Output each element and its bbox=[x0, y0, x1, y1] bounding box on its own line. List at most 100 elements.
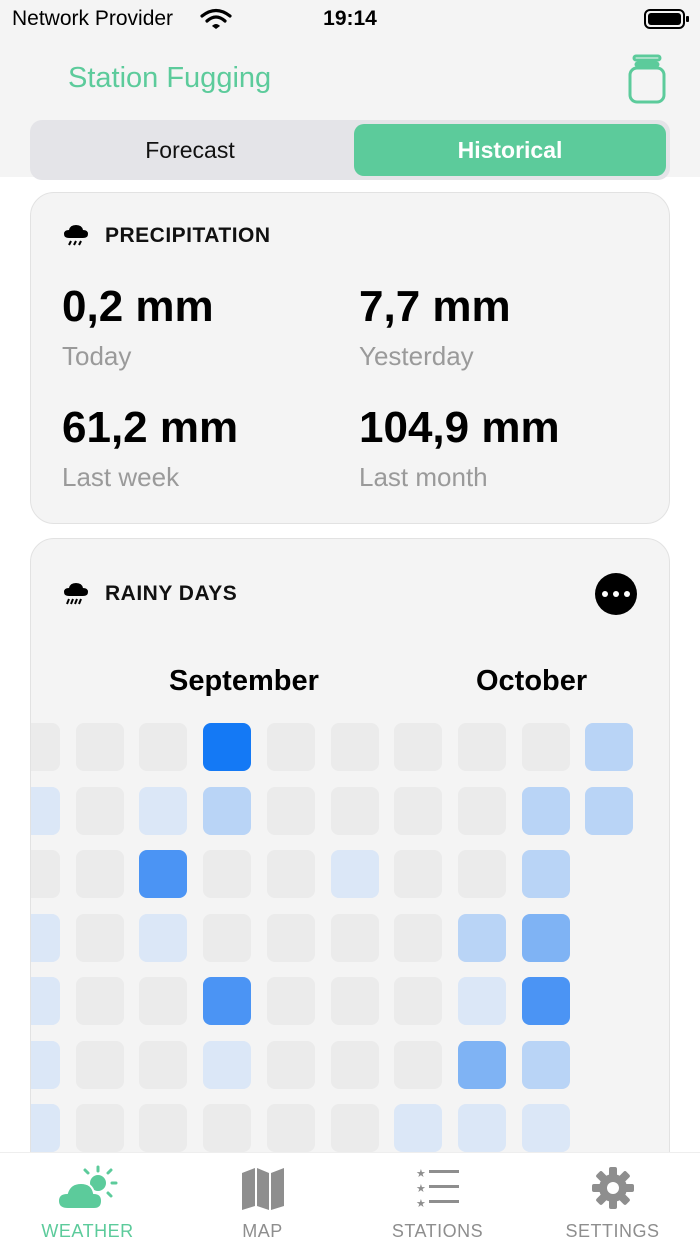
day-cell[interactable] bbox=[203, 723, 252, 771]
day-cell[interactable] bbox=[75, 1040, 124, 1089]
tab-forecast[interactable]: Forecast bbox=[34, 124, 346, 176]
day-cell[interactable] bbox=[139, 723, 188, 771]
day-cell[interactable] bbox=[75, 977, 124, 1025]
day-cell[interactable] bbox=[203, 850, 252, 898]
day-cell[interactable] bbox=[203, 913, 252, 962]
day-cell[interactable] bbox=[457, 1104, 506, 1152]
day-cell[interactable] bbox=[521, 1104, 570, 1152]
day-cell[interactable] bbox=[31, 850, 60, 898]
forecast-historical-segmented-control: Forecast Historical bbox=[30, 120, 670, 180]
day-cell[interactable] bbox=[585, 723, 634, 771]
day-cell[interactable] bbox=[330, 1040, 379, 1089]
day-cell[interactable] bbox=[139, 977, 188, 1025]
day-cell[interactable] bbox=[203, 1040, 252, 1089]
day-cell[interactable] bbox=[330, 786, 379, 835]
day-cell[interactable] bbox=[31, 723, 60, 771]
svg-text:★: ★ bbox=[416, 1197, 426, 1210]
tab-stations[interactable]: ★ ★ ★ STATIONS bbox=[350, 1153, 525, 1244]
day-cell[interactable] bbox=[203, 1104, 252, 1152]
day-cell[interactable] bbox=[75, 913, 124, 962]
day-cell[interactable] bbox=[457, 977, 506, 1025]
day-cell[interactable] bbox=[394, 1104, 443, 1152]
day-cell[interactable] bbox=[394, 1040, 443, 1089]
tab-settings[interactable]: SETTINGS bbox=[525, 1153, 700, 1244]
day-cell[interactable] bbox=[330, 977, 379, 1025]
precipitation-card-header: PRECIPITATION bbox=[63, 223, 271, 249]
day-cell[interactable] bbox=[31, 786, 60, 835]
day-cell[interactable] bbox=[521, 977, 570, 1025]
day-cell[interactable] bbox=[139, 850, 188, 898]
day-cell[interactable] bbox=[266, 850, 315, 898]
day-cell[interactable] bbox=[521, 850, 570, 898]
tab-weather[interactable]: WEATHER bbox=[0, 1153, 175, 1244]
more-options-button[interactable] bbox=[595, 573, 637, 615]
day-cell[interactable] bbox=[521, 1040, 570, 1089]
day-cell[interactable] bbox=[457, 786, 506, 835]
day-cell[interactable] bbox=[521, 723, 570, 771]
day-cell[interactable] bbox=[266, 977, 315, 1025]
status-bar: Network Provider 19:14 bbox=[0, 0, 700, 40]
day-cell[interactable] bbox=[457, 850, 506, 898]
jar-icon[interactable] bbox=[627, 54, 667, 104]
day-cell[interactable] bbox=[31, 977, 60, 1025]
precipitation-card: PRECIPITATION 0,2 mm Today 7,7 mm Yester… bbox=[30, 192, 670, 524]
stat-last-month: 104,9 mm Last month bbox=[359, 406, 560, 493]
day-cell[interactable] bbox=[31, 1104, 60, 1152]
day-cell[interactable] bbox=[330, 850, 379, 898]
rainy-days-grid bbox=[31, 723, 669, 1177]
day-cell[interactable] bbox=[266, 1104, 315, 1152]
tab-map[interactable]: MAP bbox=[175, 1153, 350, 1244]
day-cell[interactable] bbox=[394, 723, 443, 771]
stat-yesterday: 7,7 mm Yesterday bbox=[359, 285, 511, 372]
day-cell[interactable] bbox=[330, 1104, 379, 1152]
day-cell[interactable] bbox=[139, 786, 188, 835]
day-cell[interactable] bbox=[521, 786, 570, 835]
day-cell[interactable] bbox=[139, 1040, 188, 1089]
day-cell[interactable] bbox=[75, 786, 124, 835]
day-cell[interactable] bbox=[394, 977, 443, 1025]
day-cell[interactable] bbox=[139, 1104, 188, 1152]
day-cell[interactable] bbox=[139, 913, 188, 962]
day-cell[interactable] bbox=[585, 786, 634, 835]
tab-label: MAP bbox=[242, 1221, 283, 1241]
day-cell[interactable] bbox=[31, 1040, 60, 1089]
day-cell[interactable] bbox=[394, 913, 443, 962]
day-cell[interactable] bbox=[394, 786, 443, 835]
day-cell[interactable] bbox=[75, 723, 124, 771]
weather-cloud-sun-icon bbox=[56, 1165, 117, 1210]
tab-historical[interactable]: Historical bbox=[354, 124, 666, 176]
dot-icon bbox=[624, 591, 630, 597]
status-time: 19:14 bbox=[323, 7, 377, 30]
stat-label: Last week bbox=[62, 462, 180, 492]
day-cell[interactable] bbox=[266, 723, 315, 771]
precipitation-title: PRECIPITATION bbox=[105, 224, 271, 247]
day-cell[interactable] bbox=[203, 977, 252, 1025]
day-cell[interactable] bbox=[266, 913, 315, 962]
station-title[interactable]: Station Fugging bbox=[68, 62, 271, 95]
stat-value: 7,7 mm bbox=[359, 282, 511, 331]
stat-last-week: 61,2 mm Last week bbox=[62, 406, 238, 493]
day-cell[interactable] bbox=[457, 723, 506, 771]
day-cell[interactable] bbox=[75, 1104, 124, 1152]
rain-cloud-icon bbox=[64, 583, 88, 605]
day-cell[interactable] bbox=[203, 786, 252, 835]
day-cell[interactable] bbox=[521, 913, 570, 962]
stat-label: Last month bbox=[359, 462, 488, 492]
day-cell[interactable] bbox=[457, 913, 506, 962]
day-cell[interactable] bbox=[330, 723, 379, 771]
tab-bar: WEATHER MAP ★ ★ ★ STATIONS SETTINGS bbox=[0, 1152, 700, 1244]
day-cell[interactable] bbox=[75, 850, 124, 898]
tab-label: WEATHER bbox=[41, 1221, 134, 1241]
day-cell[interactable] bbox=[457, 1040, 506, 1089]
stat-label: Yesterday bbox=[359, 341, 474, 371]
day-cell[interactable] bbox=[330, 913, 379, 962]
stat-today: 0,2 mm Today bbox=[62, 285, 214, 372]
stat-value: 61,2 mm bbox=[62, 403, 239, 452]
dot-icon bbox=[602, 591, 608, 597]
day-cell[interactable] bbox=[266, 786, 315, 835]
rainy-days-card-header: RAINY DAYS bbox=[63, 581, 237, 607]
day-cell[interactable] bbox=[31, 913, 60, 962]
day-cell[interactable] bbox=[266, 1040, 315, 1089]
day-cell[interactable] bbox=[394, 850, 443, 898]
dot-icon bbox=[613, 591, 619, 597]
